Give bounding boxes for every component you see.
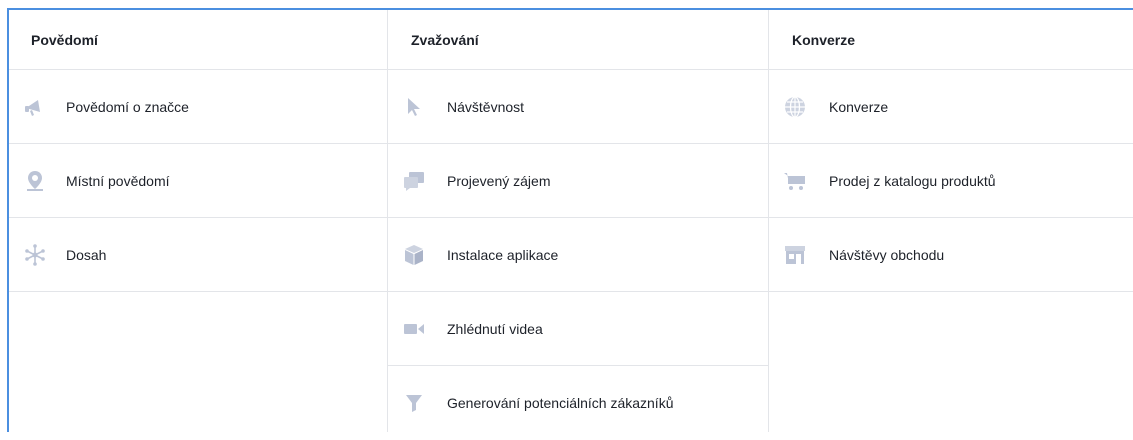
objective-conversions[interactable]: Konverze bbox=[769, 70, 1133, 144]
objective-lead-generation[interactable]: Generování potenciálních zákazníků bbox=[388, 366, 768, 440]
objective-label: Povědomí o značce bbox=[66, 98, 189, 115]
objective-label: Dosah bbox=[66, 246, 107, 263]
objective-local-awareness[interactable]: Místní povědomí bbox=[9, 144, 387, 218]
shopping-cart-icon bbox=[783, 169, 807, 193]
column-consideration: Zvažování Návštěvnost Projevený zájem In… bbox=[388, 10, 769, 432]
column-header-consideration: Zvažování bbox=[388, 10, 768, 70]
column-conversion: Konverze Konverze Prodej z katalogu prod… bbox=[769, 10, 1133, 432]
box-icon bbox=[402, 243, 426, 267]
objective-label: Návštěvnost bbox=[447, 98, 525, 115]
objective-label: Projevený zájem bbox=[447, 172, 551, 189]
objective-label: Návštěvy obchodu bbox=[829, 246, 945, 263]
megaphone-icon bbox=[23, 95, 47, 119]
objective-label: Místní povědomí bbox=[66, 172, 170, 189]
video-camera-icon bbox=[402, 317, 426, 341]
cursor-icon bbox=[402, 95, 426, 119]
objective-store-visits[interactable]: Návštěvy obchodu bbox=[769, 218, 1133, 292]
objective-label: Instalace aplikace bbox=[447, 246, 559, 263]
objective-label: Zhlédnutí videa bbox=[447, 320, 543, 337]
network-icon bbox=[23, 243, 47, 267]
chat-bubbles-icon bbox=[402, 169, 426, 193]
objective-label: Konverze bbox=[829, 98, 889, 115]
objective-label: Prodej z katalogu produktů bbox=[829, 172, 996, 189]
globe-icon bbox=[783, 95, 807, 119]
column-header-conversion: Konverze bbox=[769, 10, 1133, 70]
objective-catalog-sales[interactable]: Prodej z katalogu produktů bbox=[769, 144, 1133, 218]
column-header-awareness: Povědomí bbox=[9, 10, 387, 70]
objective-app-installs[interactable]: Instalace aplikace bbox=[388, 218, 768, 292]
objective-traffic[interactable]: Návštěvnost bbox=[388, 70, 768, 144]
objective-label: Generování potenciálních zákazníků bbox=[447, 395, 674, 411]
objective-video-views[interactable]: Zhlédnutí videa bbox=[388, 292, 768, 366]
objective-picker: Povědomí Povědomí o značce Místní povědo… bbox=[7, 8, 1133, 432]
column-awareness: Povědomí Povědomí o značce Místní povědo… bbox=[9, 10, 388, 432]
location-pin-icon bbox=[23, 169, 47, 193]
funnel-icon bbox=[402, 391, 426, 415]
objective-reach[interactable]: Dosah bbox=[9, 218, 387, 292]
objective-engagement[interactable]: Projevený zájem bbox=[388, 144, 768, 218]
store-icon bbox=[783, 243, 807, 267]
objective-brand-awareness[interactable]: Povědomí o značce bbox=[9, 70, 387, 144]
